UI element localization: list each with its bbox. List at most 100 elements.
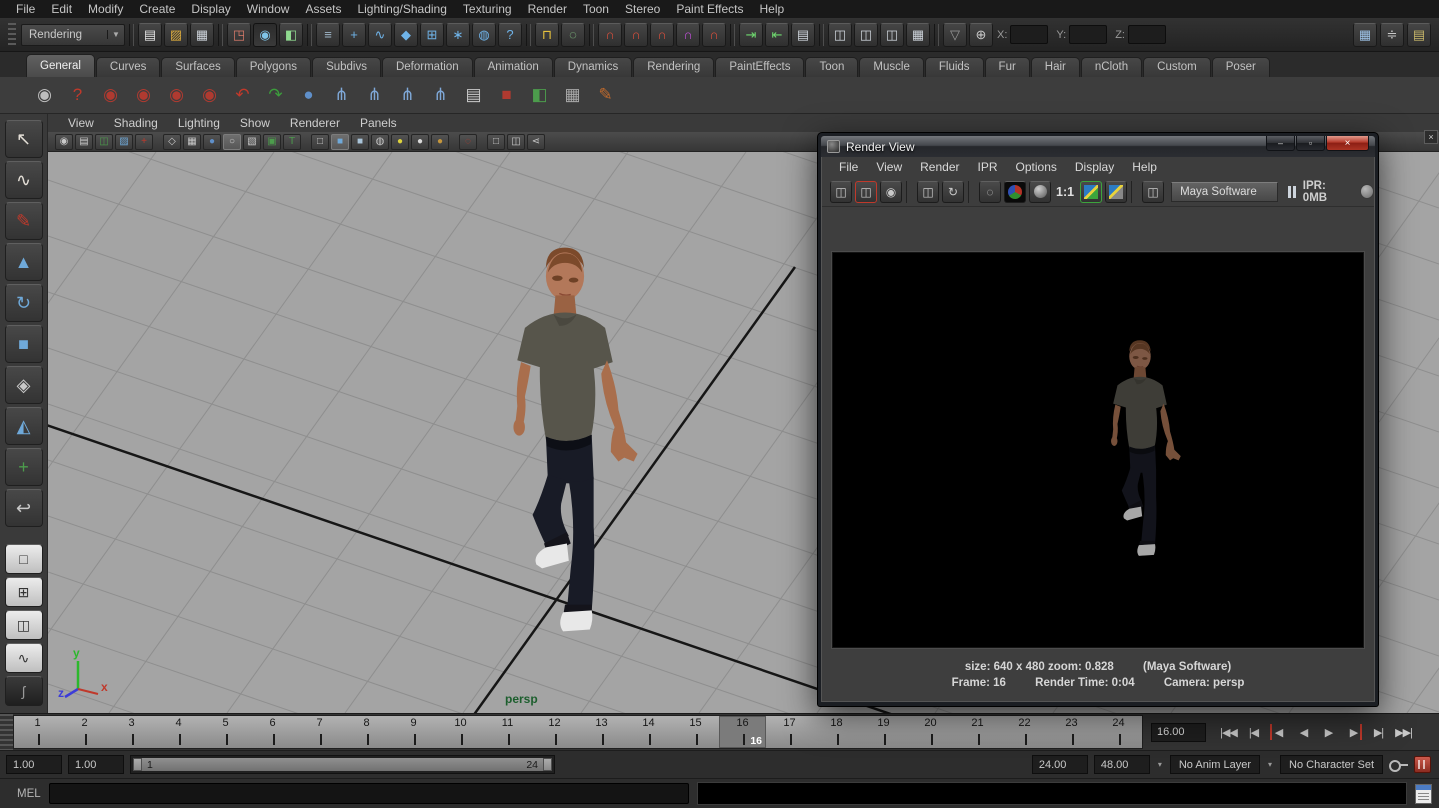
menu-assets[interactable]: Assets [297, 0, 349, 18]
hypershade-persp-layout[interactable]: ʃ [5, 676, 43, 706]
snap-to-points-icon[interactable]: ⊞ [420, 23, 444, 47]
y-input[interactable] [1069, 25, 1107, 44]
timeline-frame-21[interactable]: 21 [954, 716, 1001, 748]
set-key-icon[interactable] [1389, 757, 1408, 772]
alpha-channel-icon[interactable] [1029, 181, 1051, 203]
menu-display[interactable]: Display [183, 0, 238, 18]
save-scene-icon[interactable]: ▦ [190, 23, 214, 47]
zoom-camera-icon[interactable]: ◉ [195, 81, 224, 110]
duplicate-input-graph-icon[interactable]: ▦ [558, 81, 587, 110]
snap-modes-icon[interactable]: ≡ [316, 23, 340, 47]
gate-mask-icon[interactable]: ○ [223, 134, 241, 150]
shelf-tab-fluids[interactable]: Fluids [925, 57, 984, 77]
safe-action-icon[interactable]: ▣ [263, 134, 281, 150]
shelf-tab-animation[interactable]: Animation [474, 57, 553, 77]
tool-settings-icon[interactable]: ≑ [1380, 23, 1404, 47]
open-scene-icon[interactable]: ▨ [164, 23, 188, 47]
viewport-menu-renderer[interactable]: Renderer [280, 116, 350, 130]
hypergraph-window-icon[interactable]: ▤ [459, 81, 488, 110]
timeline-frame-22[interactable]: 22 [1001, 716, 1048, 748]
animation-end-field[interactable]: 48.00 [1094, 755, 1150, 774]
construction-history-icon[interactable]: ▤ [791, 23, 815, 47]
select-hierarchy-icon[interactable]: ◳ [227, 23, 251, 47]
textured-icon[interactable]: ■ [351, 134, 369, 150]
scale-tool[interactable]: ■ [5, 325, 43, 363]
timeline-frame-7[interactable]: 7 [296, 716, 343, 748]
menu-toon[interactable]: Toon [575, 0, 617, 18]
remove-image-icon[interactable] [1105, 181, 1127, 203]
anim-layer-selector[interactable]: No Anim Layer [1170, 755, 1260, 774]
render-view-menu-options[interactable]: Options [1007, 160, 1066, 174]
shelf-tab-custom[interactable]: Custom [1143, 57, 1211, 77]
timeline-frame-13[interactable]: 13 [578, 716, 625, 748]
move-tool[interactable]: ▲ [5, 243, 43, 281]
shelf-tab-muscle[interactable]: Muscle [859, 57, 923, 77]
z-input[interactable] [1128, 25, 1166, 44]
inputs-to-selected-icon[interactable]: ⇥ [739, 23, 763, 47]
last-tool-used[interactable]: ↩ [5, 489, 43, 527]
paint-effects-shelf-icon[interactable]: ✎ [591, 81, 620, 110]
divider[interactable] [1131, 181, 1138, 203]
menu-modify[interactable]: Modify [80, 0, 131, 18]
menu-create[interactable]: Create [131, 0, 183, 18]
select-component-icon[interactable]: ◧ [279, 23, 303, 47]
timeline-frame-11[interactable]: 11 [484, 716, 531, 748]
timeline-frame-3[interactable]: 3 [108, 716, 155, 748]
character-set-dropdown-icon[interactable]: ▾ [1266, 760, 1274, 769]
outputs-from-selected-icon[interactable]: ⇤ [765, 23, 789, 47]
group-icon[interactable]: ⋔ [393, 81, 422, 110]
track-camera-icon[interactable]: ◉ [129, 81, 158, 110]
timeline-frame-2[interactable]: 2 [61, 716, 108, 748]
universal-manipulator-tool[interactable]: ◈ [5, 366, 43, 404]
menu-lighting-shading[interactable]: Lighting/Shading [349, 0, 454, 18]
snap-to-curves-icon[interactable]: ∿ [368, 23, 392, 47]
menu-render[interactable]: Render [520, 0, 575, 18]
timeline-frame-16[interactable]: 1616 [719, 716, 766, 748]
character-set-selector[interactable]: No Character Set [1280, 755, 1383, 774]
menu-texturing[interactable]: Texturing [455, 0, 520, 18]
ungroup-icon[interactable]: ⋔ [426, 81, 455, 110]
show-manipulator-tool[interactable]: + [5, 448, 43, 486]
timeline-frame-1[interactable]: 1 [14, 716, 61, 748]
render-current-frame-icon[interactable]: ◫ [854, 23, 878, 47]
tumble-camera-icon[interactable]: ◉ [96, 81, 125, 110]
divider[interactable] [906, 181, 913, 203]
pause-ipr-button[interactable] [1288, 186, 1296, 198]
viewport-menu-lighting[interactable]: Lighting [168, 116, 230, 130]
channel-box-icon[interactable]: ▦ [1353, 23, 1377, 47]
field-chart-icon[interactable]: ▧ [243, 134, 261, 150]
range-bar[interactable] [133, 758, 552, 771]
shelf-tab-toon[interactable]: Toon [805, 57, 858, 77]
character-model[interactable] [455, 240, 675, 660]
timeline-frame-17[interactable]: 17 [766, 716, 813, 748]
magnet-plane-icon[interactable]: ∩ [676, 23, 700, 47]
shelf-tab-general[interactable]: General [26, 54, 95, 77]
isolate-select-icon[interactable]: □ [487, 134, 505, 150]
image-plane-icon[interactable]: ▨ [115, 134, 133, 150]
render-view-menu-display[interactable]: Display [1066, 160, 1123, 174]
duplicate-icon[interactable]: ■ [492, 81, 521, 110]
help-mode-icon[interactable]: ? [498, 23, 522, 47]
attribute-editor-icon[interactable]: ▤ [1407, 23, 1431, 47]
select-object-icon[interactable]: ◉ [253, 23, 277, 47]
smooth-shade-icon[interactable]: ■ [331, 134, 349, 150]
divider[interactable] [968, 181, 975, 203]
renderer-selector[interactable]: Maya Software [1171, 182, 1278, 202]
timeline-frame-14[interactable]: 14 [625, 716, 672, 748]
highlight-selection-mode-icon[interactable]: ◌ [459, 134, 477, 150]
xray-icon[interactable]: ◫ [507, 134, 525, 150]
dolly-camera-icon[interactable]: ◉ [162, 81, 191, 110]
rendered-image[interactable] [832, 252, 1364, 648]
divider[interactable] [479, 134, 485, 150]
shelf-tab-deformation[interactable]: Deformation [382, 57, 473, 77]
playback-end-field[interactable]: 24.00 [1032, 755, 1088, 774]
timeline-frame-5[interactable]: 5 [202, 716, 249, 748]
magnet-center-icon[interactable]: ∩ [702, 23, 726, 47]
resolution-gate-icon[interactable]: ● [203, 134, 221, 150]
divider[interactable] [303, 134, 309, 150]
zoom-ratio-button[interactable]: 1:1 [1056, 185, 1074, 199]
shelf-tab-rendering[interactable]: Rendering [633, 57, 714, 77]
timeline-frame-15[interactable]: 15 [672, 716, 719, 748]
divider[interactable] [451, 134, 457, 150]
snap-to-grid-icon[interactable]: + [342, 23, 366, 47]
